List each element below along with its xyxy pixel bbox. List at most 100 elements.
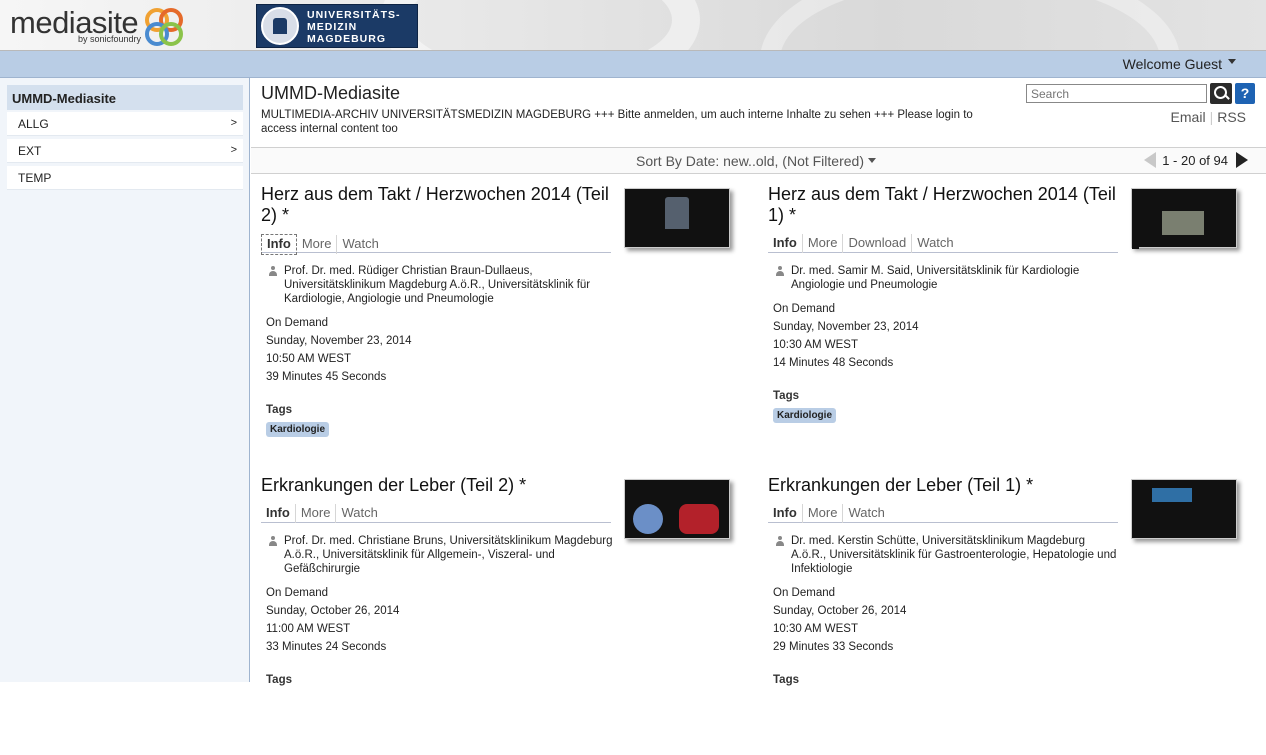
- tab-watch[interactable]: Watch: [336, 504, 382, 523]
- presentation-date: Sunday, October 26, 2014: [266, 605, 400, 617]
- mediasite-logo-byline: by sonicfoundry: [78, 34, 142, 44]
- sidebar-item-label: ALLG: [18, 117, 49, 131]
- page-title: UMMD-Mediasite: [261, 83, 401, 103]
- presentation-title[interactable]: Herz aus dem Takt / Herzwochen 2014 (Tei…: [261, 184, 611, 226]
- university-logo-text: UNIVERSITÄTS- MEDIZIN MAGDEBURG: [307, 9, 401, 45]
- presentation-time: 10:50 AM WEST: [266, 353, 352, 365]
- email-link[interactable]: Email: [1167, 109, 1210, 125]
- presentation-title[interactable]: Herz aus dem Takt / Herzwochen 2014 (Tei…: [768, 184, 1118, 226]
- tag-badge[interactable]: Kardiologie: [266, 422, 330, 437]
- tab-info[interactable]: Info: [768, 234, 803, 253]
- tab-more[interactable]: More: [803, 234, 844, 253]
- welcome-label: Welcome Guest: [1122, 56, 1222, 72]
- tab-more[interactable]: More: [296, 504, 337, 523]
- tab-watch[interactable]: Watch: [843, 504, 889, 523]
- presenter-name: Prof. Dr. med. Rüdiger Christian Braun-D…: [284, 265, 591, 305]
- page-description: MULTIMEDIA-ARCHIV UNIVERSITÄTSMEDIZIN MA…: [261, 109, 973, 135]
- university-seal-icon: [261, 7, 299, 45]
- header-decoration: [380, 0, 700, 50]
- person-icon: [776, 536, 784, 546]
- university-logo: UNIVERSITÄTS- MEDIZIN MAGDEBURG: [256, 4, 418, 48]
- tags-label: Tags: [266, 404, 292, 416]
- tab-info[interactable]: Info: [768, 504, 803, 523]
- pager-label: 1 - 20 of 94: [1162, 153, 1228, 168]
- tab-download[interactable]: Download: [843, 234, 913, 253]
- tab-more[interactable]: More: [297, 235, 338, 254]
- user-bar: Welcome Guest: [0, 51, 1266, 78]
- tags-label: Tags: [266, 674, 292, 686]
- presentation-thumbnail[interactable]: [1131, 188, 1237, 249]
- presentation-type: On Demand: [773, 587, 836, 599]
- presentation-date: Sunday, October 26, 2014: [773, 605, 907, 617]
- presentation-thumbnail[interactable]: [624, 188, 730, 248]
- presentation-date: Sunday, November 23, 2014: [266, 335, 412, 347]
- presentation-title[interactable]: Erkrankungen der Leber (Teil 2) *: [261, 475, 611, 496]
- presentation-duration: 33 Minutes 24 Seconds: [266, 641, 387, 653]
- help-button[interactable]: ?: [1235, 83, 1255, 104]
- presentation-date: Sunday, November 23, 2014: [773, 321, 919, 333]
- sort-bar: Sort By Date: new..old, (Not Filtered) 1…: [251, 147, 1266, 174]
- feed-links: Email | RSS: [1167, 109, 1250, 125]
- tag-badge[interactable]: Kardiologie: [773, 408, 837, 423]
- sidebar-title[interactable]: UMMD-Mediasite: [7, 85, 243, 110]
- search-icon[interactable]: [1210, 83, 1232, 104]
- tags-label: Tags: [773, 674, 799, 686]
- rss-link[interactable]: RSS: [1213, 109, 1250, 125]
- card-tabs: Info More Watch: [261, 504, 611, 523]
- card-tabs: Info More Watch: [261, 234, 611, 255]
- mediasite-logo[interactable]: mediasite by sonicfoundry: [10, 5, 190, 47]
- person-icon: [269, 536, 277, 546]
- app-header: mediasite by sonicfoundry UNIVERSITÄTS- …: [0, 0, 1266, 51]
- sort-label: Sort By Date: new..old, (Not Filtered): [636, 153, 864, 169]
- presentation-card: Erkrankungen der Leber (Teil 2) * Info Mo…: [261, 475, 751, 755]
- presenter: Prof. Dr. med. Christiane Bruns, Univers…: [269, 534, 614, 576]
- presenter-name: Dr. med. Samir M. Said, Universitätsklin…: [791, 265, 1080, 291]
- tab-watch[interactable]: Watch: [912, 234, 958, 253]
- presenter-name: Prof. Dr. med. Christiane Bruns, Univers…: [284, 535, 613, 575]
- person-icon: [776, 266, 784, 276]
- chevron-right-icon: >: [230, 117, 237, 129]
- sidebar-item-allg[interactable]: ALLG >: [7, 112, 243, 136]
- tab-more[interactable]: More: [803, 504, 844, 523]
- previous-page-icon[interactable]: [1144, 152, 1157, 168]
- person-icon: [269, 266, 277, 276]
- welcome-menu[interactable]: Welcome Guest: [1123, 56, 1236, 72]
- tags-label: Tags: [773, 390, 799, 402]
- search-input[interactable]: [1026, 84, 1207, 103]
- tab-info[interactable]: Info: [261, 504, 296, 523]
- presentation-time: 11:00 AM WEST: [266, 623, 351, 635]
- header-decoration: [760, 0, 1180, 50]
- presentation-time: 10:30 AM WEST: [773, 623, 859, 635]
- card-tabs: Info More Watch: [768, 504, 1118, 523]
- tab-watch[interactable]: Watch: [337, 235, 383, 254]
- presentation-duration: 29 Minutes 33 Seconds: [773, 641, 894, 653]
- presentation-duration: 14 Minutes 48 Seconds: [773, 357, 894, 369]
- sidebar-item-ext[interactable]: EXT >: [7, 139, 243, 163]
- chevron-down-icon: [867, 158, 876, 163]
- presenter: Prof. Dr. med. Rüdiger Christian Braun-D…: [269, 264, 614, 306]
- presenter-name: Dr. med. Kerstin Schütte, Universitätskl…: [791, 535, 1117, 575]
- sort-dropdown[interactable]: Sort By Date: new..old, (Not Filtered): [636, 153, 876, 169]
- presentation-card: Herz aus dem Takt / Herzwochen 2014 (Tei…: [768, 184, 1258, 464]
- sidebar-item-temp[interactable]: TEMP: [7, 166, 243, 190]
- card-tabs: Info More Download Watch: [768, 234, 1118, 253]
- pager: 1 - 20 of 94: [1144, 152, 1248, 168]
- presentation-type: On Demand: [773, 303, 836, 315]
- presentation-card: Erkrankungen der Leber (Teil 1) * Info Mo…: [768, 475, 1258, 755]
- presentation-card: Herz aus dem Takt / Herzwochen 2014 (Tei…: [261, 184, 751, 464]
- presentation-thumbnail[interactable]: [624, 479, 730, 539]
- presentation-meta: On Demand Sunday, November 23, 2014 10:5…: [266, 314, 412, 386]
- sidebar-item-label: EXT: [18, 144, 42, 158]
- presenter: Dr. med. Kerstin Schütte, Universitätskl…: [776, 534, 1121, 576]
- presentation-meta: On Demand Sunday, November 23, 2014 10:3…: [773, 300, 919, 372]
- chevron-down-icon: [1228, 59, 1236, 64]
- next-page-icon[interactable]: [1236, 152, 1248, 168]
- presentation-title[interactable]: Erkrankungen der Leber (Teil 1) *: [768, 475, 1118, 496]
- chevron-right-icon: >: [230, 144, 237, 156]
- presentation-thumbnail[interactable]: [1131, 479, 1237, 539]
- sidebar: UMMD-Mediasite ALLG > EXT > TEMP: [0, 78, 250, 682]
- presentation-type: On Demand: [266, 587, 329, 599]
- presenter: Dr. med. Samir M. Said, Universitätsklin…: [776, 264, 1121, 292]
- tab-info[interactable]: Info: [261, 234, 297, 255]
- presentation-duration: 39 Minutes 45 Seconds: [266, 371, 387, 383]
